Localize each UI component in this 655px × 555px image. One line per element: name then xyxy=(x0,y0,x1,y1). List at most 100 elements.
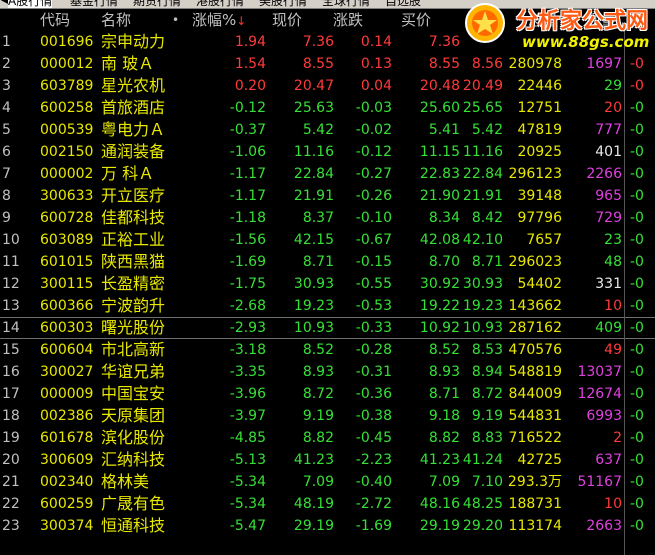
cell-sell: 5.42 xyxy=(471,122,503,138)
cell-last: -0 xyxy=(630,320,644,336)
cell-pct: 0.20 xyxy=(234,78,266,94)
cell-last: -0 xyxy=(630,188,644,204)
cell-pct: -3.97 xyxy=(229,408,266,424)
cell-vol: 544831 xyxy=(508,408,562,424)
cell-chg: -0.36 xyxy=(355,386,392,402)
table-row[interactable]: 3 603789 星光农机 0.20 20.47 0.04 20.48 20.49 22446 2… xyxy=(0,75,655,97)
header-name[interactable]: 名称 xyxy=(101,9,131,31)
cell-name: 首旅酒店 xyxy=(101,98,166,117)
table-row[interactable]: 16 300027 华谊兄弟 -3.35 8.93 -0.31 8.93 8.94 548819… xyxy=(0,361,655,383)
cell-chg: -0.02 xyxy=(355,122,392,138)
cell-sell: 9.19 xyxy=(471,408,503,424)
cell-vol: 113174 xyxy=(508,518,562,534)
cell-cur: 12674 xyxy=(577,386,622,402)
table-row[interactable]: 9 600728 佳都科技 -1.18 8.37 -0.10 8.34 8.42 97796 72… xyxy=(0,207,655,229)
cell-idx: 19 xyxy=(2,430,20,446)
cell-idx: 16 xyxy=(2,364,20,380)
cell-sell: 41.24 xyxy=(462,452,503,468)
tab-fund[interactable]: 基金行情 xyxy=(70,0,118,8)
tab-hk[interactable]: 港股行情 xyxy=(196,0,244,8)
cell-idx: 15 xyxy=(2,342,20,358)
watermark-logo-icon xyxy=(465,3,505,43)
table-row[interactable]: 22 600259 广晟有色 -5.34 48.19 -2.72 48.16 48.25 188… xyxy=(0,493,655,515)
cell-vol: 188731 xyxy=(508,496,562,512)
cell-price: 7.09 xyxy=(302,474,334,490)
cell-cur: 777 xyxy=(595,122,622,138)
table-row[interactable]: 15 600604 市北高新 -3.18 8.52 -0.28 8.52 8.53 470576… xyxy=(0,339,655,361)
header-price[interactable]: 现价 xyxy=(272,9,302,31)
cell-chg: -1.69 xyxy=(355,518,392,534)
sort-desc-icon: ↓ xyxy=(236,14,247,28)
table-row[interactable]: 13 600366 宁波韵升 -2.68 19.23 -0.53 19.22 19.23 143… xyxy=(0,295,655,317)
cell-code: 300633 xyxy=(40,188,94,204)
cell-name: 正裕工业 xyxy=(101,230,166,249)
table-row[interactable]: 19 601678 滨化股份 -4.85 8.82 -0.45 8.82 8.83 716522… xyxy=(0,427,655,449)
cell-price: 8.55 xyxy=(302,56,334,72)
cell-sell: 10.93 xyxy=(462,320,503,336)
cell-chg: -0.38 xyxy=(355,408,392,424)
cell-price: 22.84 xyxy=(293,166,334,182)
cell-price: 5.42 xyxy=(302,122,334,138)
cell-name: 万 科Ａ xyxy=(101,164,155,183)
table-row[interactable]: 10 603089 正裕工业 -1.56 42.15 -0.67 42.08 42.10 765… xyxy=(0,229,655,251)
cell-price: 8.93 xyxy=(302,364,334,380)
header-code[interactable]: 代码 xyxy=(40,9,70,31)
cell-pct: -5.13 xyxy=(229,452,266,468)
cell-name: 格林美 xyxy=(101,472,150,491)
tab-watchlist[interactable]: 自选股 xyxy=(385,0,421,8)
cell-chg: 0.14 xyxy=(360,34,392,50)
table-row[interactable]: 6 002150 通润装备 -1.06 11.16 -0.12 11.15 11.16 2092… xyxy=(0,141,655,163)
table-row[interactable]: 7 000002 万 科Ａ -1.17 22.84 -0.27 22.83 22.84 2961… xyxy=(0,163,655,185)
cell-vol: 280978 xyxy=(508,56,562,72)
cell-chg: -0.67 xyxy=(355,232,392,248)
table-row[interactable]: 2 000012 南 玻Ａ 1.54 8.55 0.13 8.55 8.56 280978 169… xyxy=(0,53,655,75)
table-row[interactable]: 18 002386 天原集团 -3.97 9.19 -0.38 9.18 9.19 544831… xyxy=(0,405,655,427)
cell-last: -0 xyxy=(630,166,644,182)
cell-code: 603089 xyxy=(40,232,94,248)
cell-idx: 8 xyxy=(2,188,11,204)
cell-last: -0 xyxy=(630,100,644,116)
cell-pct: -0.12 xyxy=(229,100,266,116)
table-row[interactable]: 17 000009 中国宝安 -3.96 8.72 -0.36 8.71 8.72 844009… xyxy=(0,383,655,405)
cell-pct: -1.17 xyxy=(229,166,266,182)
table-row[interactable]: 20 300609 汇纳科技 -5.13 41.23 -2.23 41.23 41.24 427… xyxy=(0,449,655,471)
cell-vol: 844009 xyxy=(508,386,562,402)
table-row[interactable]: 14 600303 曙光股份 -2.93 10.93 -0.33 10.92 10.93 287… xyxy=(0,317,655,339)
header-chg[interactable]: 涨跌 xyxy=(333,9,363,31)
cell-last: -0 xyxy=(630,254,644,270)
cell-code: 000009 xyxy=(40,386,94,402)
cell-pct: -0.37 xyxy=(229,122,266,138)
cell-pct: 1.94 xyxy=(234,34,266,50)
cell-sell: 8.56 xyxy=(471,56,503,72)
cell-code: 300609 xyxy=(40,452,94,468)
cell-idx: 6 xyxy=(2,144,11,160)
cell-chg: -0.03 xyxy=(355,100,392,116)
cell-cur: 6993 xyxy=(586,408,622,424)
table-row[interactable]: 4 600258 首旅酒店 -0.12 25.63 -0.03 25.60 25.65 1275… xyxy=(0,97,655,119)
cell-idx: 10 xyxy=(2,232,20,248)
table-row[interactable]: 11 601015 陕西黑猫 -1.69 8.71 -0.15 8.70 8.71 296023… xyxy=(0,251,655,273)
cell-price: 20.47 xyxy=(293,78,334,94)
cell-cur: 29 xyxy=(604,78,622,94)
cell-last: -0 xyxy=(630,430,644,446)
table-row[interactable]: 8 300633 开立医疗 -1.17 21.91 -0.26 21.90 21.91 3914… xyxy=(0,185,655,207)
header-buy[interactable]: 买价 xyxy=(401,9,431,31)
cell-code: 601678 xyxy=(40,430,94,446)
cell-name: 陕西黑猫 xyxy=(101,252,166,271)
tab-a-share[interactable]: A股行情 xyxy=(8,0,53,8)
cell-idx: 22 xyxy=(2,496,20,512)
tab-us[interactable]: 美股行情 xyxy=(259,0,307,8)
cell-idx: 17 xyxy=(2,386,20,402)
tab-global[interactable]: 全球行情 xyxy=(322,0,370,8)
cell-cur: 48 xyxy=(604,254,622,270)
table-row[interactable]: 12 300115 长盈精密 -1.75 30.93 -0.55 30.92 30.93 544… xyxy=(0,273,655,295)
header-pct[interactable]: 涨幅%↓ xyxy=(192,9,246,31)
table-row[interactable]: 23 300374 恒通科技 -5.47 29.19 -1.69 29.19 29.20 113… xyxy=(0,515,655,537)
table-row[interactable]: 5 000539 粤电力Ａ -0.37 5.42 -0.02 5.41 5.42 47819 77… xyxy=(0,119,655,141)
cell-cur: 965 xyxy=(595,188,622,204)
tab-futures[interactable]: 期货行情 xyxy=(133,0,181,8)
table-row[interactable]: 21 002340 格林美 -5.34 7.09 -0.40 7.09 7.10 293.3万 5… xyxy=(0,471,655,493)
cell-name: 星光农机 xyxy=(101,76,166,95)
cell-sell: 8.42 xyxy=(471,210,503,226)
cell-code: 603789 xyxy=(40,78,94,94)
